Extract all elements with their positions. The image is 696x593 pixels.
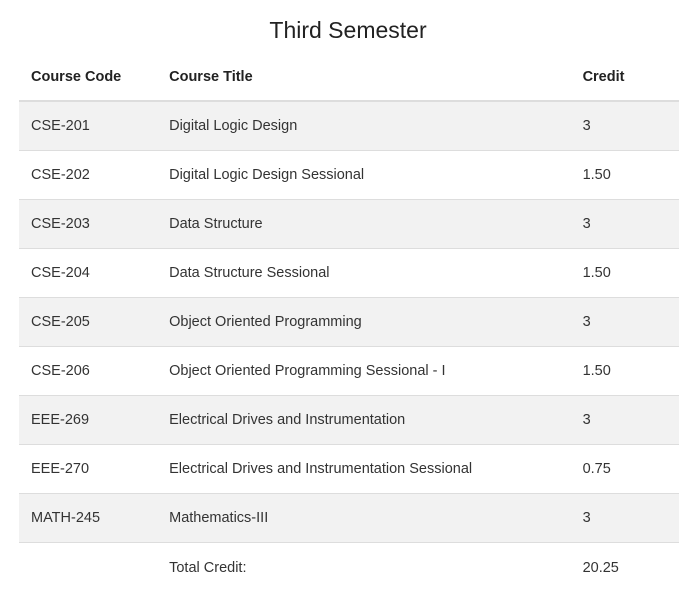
total-label: Total Credit:	[157, 543, 570, 593]
credit-cell: 3	[571, 200, 679, 249]
table-row: EEE-269 Electrical Drives and Instrument…	[19, 396, 679, 445]
credit-cell: 3	[571, 494, 679, 543]
table-row: MATH-245 Mathematics-III 3	[19, 494, 679, 543]
course-title-cell: Mathematics-III	[157, 494, 570, 543]
header-credit: Credit	[571, 54, 679, 101]
header-course-code: Course Code	[19, 54, 157, 101]
credit-cell: 1.50	[571, 151, 679, 200]
header-course-title: Course Title	[157, 54, 570, 101]
table-row: CSE-204 Data Structure Sessional 1.50	[19, 249, 679, 298]
header-row: Course Code Course Title Credit	[19, 54, 679, 101]
credit-cell: 0.75	[571, 445, 679, 494]
table-row: CSE-202 Digital Logic Design Sessional 1…	[19, 151, 679, 200]
total-empty-cell	[19, 543, 157, 593]
table-row: CSE-203 Data Structure 3	[19, 200, 679, 249]
course-title-cell: Digital Logic Design Sessional	[157, 151, 570, 200]
table-body: CSE-201 Digital Logic Design 3 CSE-202 D…	[19, 101, 679, 593]
course-code-cell: CSE-204	[19, 249, 157, 298]
total-row: Total Credit: 20.25	[19, 543, 679, 593]
table-row: CSE-206 Object Oriented Programming Sess…	[19, 347, 679, 396]
course-code-cell: EEE-270	[19, 445, 157, 494]
page-title: Third Semester	[0, 17, 696, 44]
course-code-cell: CSE-201	[19, 101, 157, 151]
course-title-cell: Electrical Drives and Instrumentation	[157, 396, 570, 445]
credit-cell: 3	[571, 396, 679, 445]
course-title-cell: Data Structure	[157, 200, 570, 249]
credit-cell: 1.50	[571, 249, 679, 298]
course-table: Course Code Course Title Credit CSE-201 …	[19, 54, 679, 593]
course-title-cell: Data Structure Sessional	[157, 249, 570, 298]
course-title-cell: Object Oriented Programming	[157, 298, 570, 347]
course-title-cell: Electrical Drives and Instrumentation Se…	[157, 445, 570, 494]
table-row: CSE-205 Object Oriented Programming 3	[19, 298, 679, 347]
credit-cell: 1.50	[571, 347, 679, 396]
course-code-cell: EEE-269	[19, 396, 157, 445]
course-title-cell: Digital Logic Design	[157, 101, 570, 151]
table-row: EEE-270 Electrical Drives and Instrument…	[19, 445, 679, 494]
course-code-cell: CSE-203	[19, 200, 157, 249]
credit-cell: 3	[571, 101, 679, 151]
total-credit-value: 20.25	[571, 543, 679, 593]
course-code-cell: CSE-205	[19, 298, 157, 347]
credit-cell: 3	[571, 298, 679, 347]
course-code-cell: CSE-206	[19, 347, 157, 396]
table-header: Course Code Course Title Credit	[19, 54, 679, 101]
course-code-cell: MATH-245	[19, 494, 157, 543]
course-code-cell: CSE-202	[19, 151, 157, 200]
course-title-cell: Object Oriented Programming Sessional - …	[157, 347, 570, 396]
table-row: CSE-201 Digital Logic Design 3	[19, 101, 679, 151]
